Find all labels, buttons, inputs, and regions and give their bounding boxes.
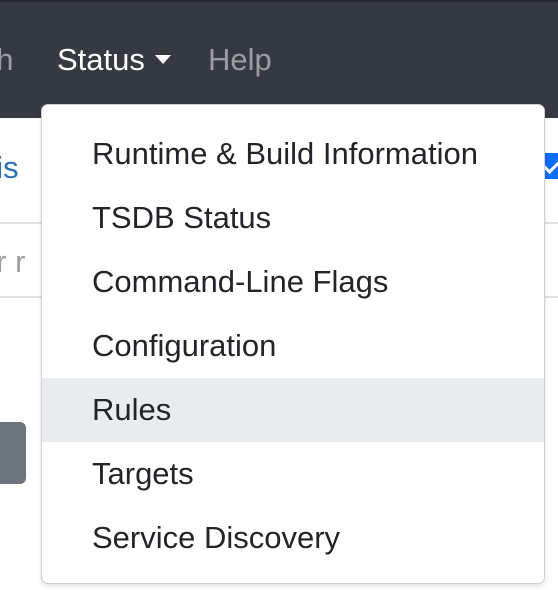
- menu-item-service-discovery[interactable]: Service Discovery: [42, 506, 544, 570]
- nav-link-help[interactable]: Help: [208, 40, 272, 80]
- top-navbar: ph Status Help: [0, 0, 558, 118]
- history-link[interactable]: his: [0, 150, 19, 186]
- menu-item-tsdb-status[interactable]: TSDB Status: [42, 186, 544, 250]
- execute-button[interactable]: [0, 422, 26, 484]
- nav-status-label: Status: [57, 42, 145, 77]
- menu-item-command-line-flags[interactable]: Command-Line Flags: [42, 250, 544, 314]
- menu-item-targets[interactable]: Targets: [42, 442, 544, 506]
- menu-item-rules[interactable]: Rules: [42, 378, 544, 442]
- navbar-top-border: [0, 0, 558, 2]
- nav-link-graph[interactable]: ph: [0, 40, 13, 80]
- status-dropdown-menu: Runtime & Build Information TSDB Status …: [41, 104, 545, 584]
- nav-dropdown-status[interactable]: Status: [57, 40, 171, 80]
- menu-item-configuration[interactable]: Configuration: [42, 314, 544, 378]
- menu-item-runtime-build-information[interactable]: Runtime & Build Information: [42, 122, 544, 186]
- caret-down-icon: [154, 55, 171, 64]
- expression-input[interactable]: or r: [0, 244, 26, 280]
